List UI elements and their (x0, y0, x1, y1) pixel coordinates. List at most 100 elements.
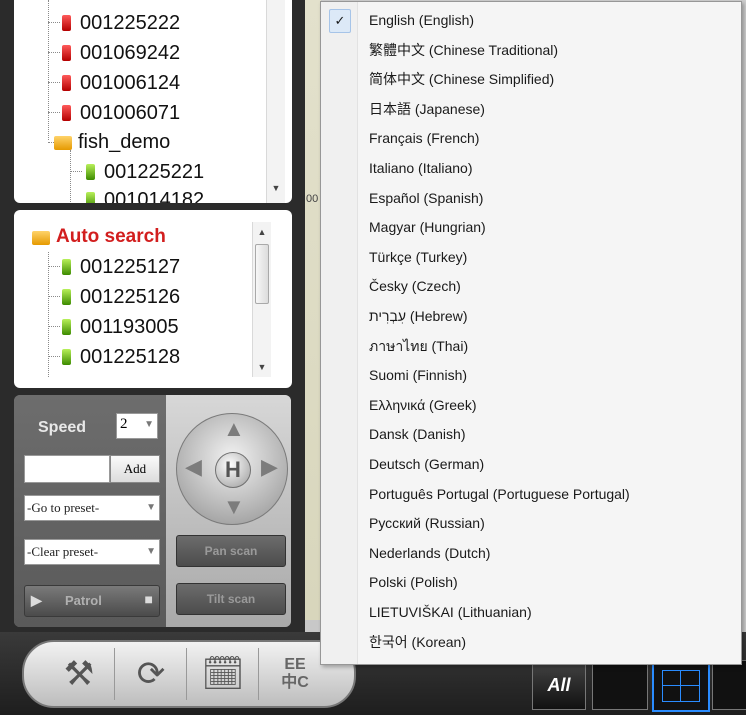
tree-connector (48, 52, 60, 53)
tree-connector (48, 112, 60, 113)
menu-item-label: Deutsch (German) (369, 456, 485, 472)
menu-item-label: English (English) (369, 12, 475, 28)
menu-item-language[interactable]: Русский (Russian) (321, 509, 741, 538)
device-tree-panel: 001225222 001069242 001006124 001006071 … (14, 0, 292, 203)
patrol-label: Patrol (65, 593, 102, 608)
add-preset-button[interactable]: Add (110, 455, 160, 483)
layout-quad-button[interactable] (652, 660, 710, 712)
menu-item-language[interactable]: Nederlands (Dutch) (321, 539, 741, 568)
arrow-down-icon[interactable]: ▼ (223, 494, 245, 520)
scroll-up-arrow-icon[interactable]: ▲ (253, 224, 271, 240)
menu-item-language[interactable]: 简体中文 (Chinese Simplified) (321, 65, 741, 94)
menu-item-language[interactable]: Polski (Polish) (321, 568, 741, 597)
clear-preset-select[interactable]: -Clear preset- ▼ (24, 539, 160, 565)
menu-item-language[interactable]: 한국어 (Korean) (321, 628, 741, 657)
ptz-direction-pad[interactable]: ▲ ▼ ◀ ▶ H (176, 413, 288, 525)
ptz-home-button[interactable]: H (215, 452, 251, 488)
layout-more-button[interactable] (712, 660, 746, 710)
menu-item-language[interactable]: Español (Spanish) (321, 184, 741, 213)
menu-item-label: Suomi (Finnish) (369, 367, 468, 384)
scroll-thumb[interactable] (255, 244, 269, 304)
menu-item-language[interactable]: Magyar (Hungrian) (321, 213, 741, 242)
tree-item-device[interactable]: 001225222 (62, 8, 180, 38)
device-online-icon (62, 349, 71, 365)
device-online-icon (86, 192, 95, 203)
settings-button[interactable]: ⚒ (44, 648, 115, 700)
menu-item-language[interactable]: Français (French) (321, 124, 741, 153)
menu-item-language[interactable]: LIETUVIŠKAI (Lithuanian) (321, 598, 741, 627)
tree-item-device[interactable]: 001193005 (62, 312, 179, 342)
schedule-button[interactable]: 🗓 (188, 648, 259, 700)
tree-connector (48, 22, 60, 23)
menu-item-label: Česky (Czech) (369, 278, 461, 295)
menu-item-label: Português Portugal (Portuguese Portugal) (369, 485, 630, 502)
playback-button[interactable]: ⟳ (116, 648, 187, 700)
device-online-icon (62, 289, 71, 305)
menu-item-label: Magyar (Hungrian) (369, 219, 486, 236)
auto-search-scrollbar[interactable]: ▲ ▼ (252, 222, 271, 377)
tree-item-device[interactable]: 001225128 (62, 342, 180, 372)
menu-item-label: 繁體中文 (Chinese Traditional) (369, 41, 559, 58)
tilt-scan-button[interactable]: Tilt scan (176, 583, 286, 615)
arrow-right-icon[interactable]: ▶ (261, 454, 278, 480)
tree-scrollbar[interactable]: ▼ (266, 0, 285, 203)
arrow-up-icon[interactable]: ▲ (223, 416, 245, 442)
patrol-control: ▶ Patrol ■ (24, 585, 160, 617)
group-name: fish_demo (78, 130, 171, 153)
language-icon-bottom: 中C (281, 674, 309, 691)
tree-item-device[interactable]: 001225127 (62, 252, 180, 282)
auto-search-panel: Auto search 001225127 001225126 00119300… (14, 210, 292, 388)
video-cell[interactable]: 00 (305, 0, 321, 620)
menu-item-language[interactable]: Ελληνικά (Greek) (321, 391, 741, 420)
tree-item-device[interactable]: 001014182 (86, 185, 204, 203)
menu-item-language[interactable]: 日本語 (Japanese) (321, 95, 741, 124)
layout-single-button[interactable] (592, 660, 648, 710)
tree-item-device[interactable]: 001006124 (62, 68, 180, 98)
play-icon[interactable]: ▶ (31, 592, 42, 609)
menu-item-language[interactable]: Suomi (Finnish) (321, 361, 741, 390)
menu-item-language[interactable]: Česky (Czech) (321, 272, 741, 301)
tree-item-device[interactable]: 001006071 (62, 98, 180, 128)
tree-item-group[interactable]: fish_demo (54, 127, 170, 157)
tree-guide-line (48, 0, 49, 140)
scroll-down-arrow-icon[interactable]: ▼ (267, 180, 285, 196)
layout-all-button[interactable]: All (532, 660, 586, 710)
tree-item-auto-search[interactable]: Auto search (32, 222, 166, 252)
tree-connector (48, 296, 60, 297)
speed-select[interactable]: 2 ▼ (116, 413, 158, 439)
stop-icon[interactable]: ■ (145, 591, 153, 607)
device-offline-icon (62, 105, 71, 121)
menu-item-label: Polski (Polish) (369, 574, 458, 591)
preset-name-input[interactable] (24, 455, 110, 483)
tree-item-device[interactable]: 001225221 (86, 157, 204, 187)
menu-item-language[interactable]: עִבְרִית (Hebrew) (321, 302, 741, 331)
arrow-left-icon[interactable]: ◀ (185, 454, 202, 480)
scroll-down-arrow-icon[interactable]: ▼ (253, 359, 271, 375)
menu-item-language[interactable]: 繁體中文 (Chinese Traditional) (321, 36, 741, 65)
device-id: 001006071 (80, 101, 181, 124)
speed-label: Speed (38, 419, 87, 436)
menu-item-label: Ελληνικά (Greek) (369, 396, 477, 413)
menu-item-language[interactable]: ภาษาไทย (Thai) (321, 332, 741, 361)
menu-item-language[interactable]: ✓ English (English) (321, 6, 741, 35)
menu-item-language[interactable]: Dansk (Danish) (321, 420, 741, 449)
device-online-icon (86, 164, 95, 180)
tree-item-device[interactable]: 001069242 (62, 38, 180, 68)
go-to-preset-select[interactable]: -Go to preset- ▼ (24, 495, 160, 521)
menu-item-label: 한국어 (Korean) (369, 633, 466, 650)
menu-item-language[interactable]: Deutsch (German) (321, 450, 741, 479)
tools-icon: ⚒ (63, 655, 95, 693)
device-offline-icon (62, 75, 71, 91)
menu-item-label: Italiano (Italiano) (369, 160, 473, 176)
tree-item-device[interactable]: 001225126 (62, 282, 180, 312)
menu-item-language[interactable]: Italiano (Italiano) (321, 154, 741, 183)
device-offline-icon (62, 45, 71, 61)
layout-buttons: All (532, 660, 746, 715)
pan-scan-button[interactable]: Pan scan (176, 535, 286, 567)
go-to-preset-label: -Go to preset- (27, 500, 100, 515)
chevron-down-icon: ▼ (146, 502, 156, 513)
menu-item-label: 日本語 (Japanese) (369, 100, 485, 117)
menu-item-label: LIETUVIŠKAI (Lithuanian) (369, 604, 532, 620)
menu-item-language[interactable]: Português Portugal (Portuguese Portugal) (321, 480, 741, 509)
menu-item-language[interactable]: Türkçe (Turkey) (321, 243, 741, 272)
